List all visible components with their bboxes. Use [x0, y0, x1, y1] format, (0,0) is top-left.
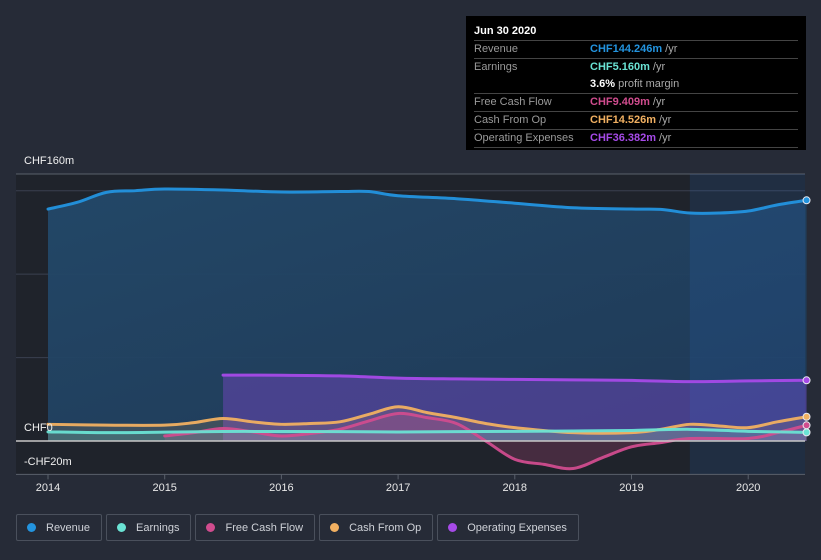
x-tick-label-2015: 2015 — [152, 482, 176, 494]
tooltip-value: CHF9.409m — [590, 96, 650, 108]
y-tick-label-0: CHF0 — [24, 422, 53, 434]
x-tick-label-2019: 2019 — [619, 482, 643, 494]
tooltip-unit: /yr — [652, 61, 666, 73]
tooltip-row-earnings: Earnings CHF5.160m /yr — [474, 59, 798, 76]
endpoint-revenue — [802, 196, 811, 205]
legend-operating-expenses[interactable]: Operating Expenses — [437, 514, 579, 541]
tooltip-label: Free Cash Flow — [474, 96, 552, 108]
tooltip-row-operating-expenses: Operating Expenses CHF36.382m /yr — [474, 130, 798, 148]
tooltip-label: Operating Expenses — [474, 132, 574, 144]
tooltip-date: Jun 30 2020 — [474, 24, 798, 41]
tooltip-value: CHF144.246m — [590, 43, 663, 55]
tooltip-unit: /yr — [652, 96, 666, 108]
legend-label: Earnings — [136, 521, 180, 534]
legend-revenue[interactable]: Revenue — [16, 514, 103, 541]
legend-dot-icon — [117, 523, 127, 532]
x-axis: 2014 2015 2016 2017 2018 2019 2020 — [16, 473, 805, 494]
tooltip-label: Cash From Op — [474, 114, 547, 126]
y-tick-label-neg20: -CHF20m — [24, 456, 72, 468]
tooltip-value: CHF14.526m — [590, 114, 657, 126]
legend-dot-icon — [448, 523, 458, 532]
x-tick-label-2016: 2016 — [269, 482, 293, 494]
tooltip-label: Revenue — [474, 43, 519, 55]
tooltip-row-revenue: Revenue CHF144.246m /yr — [474, 41, 798, 59]
x-tick-label-2014: 2014 — [36, 482, 60, 494]
tooltip-row-profit-margin: 3.6% profit margin — [474, 76, 798, 94]
y-tick-label-160: CHF160m — [24, 155, 75, 167]
legend-dot-icon — [27, 523, 36, 532]
tooltip-unit: /yr — [659, 114, 672, 126]
x-tick-label-2020: 2020 — [736, 482, 760, 494]
legend-dot-icon — [206, 523, 216, 532]
legend-free-cash-flow[interactable]: Free Cash Flow — [195, 514, 316, 541]
endpoint-earnings — [802, 428, 811, 437]
x-tick-label-2017: 2017 — [386, 482, 410, 494]
legend-earnings[interactable]: Earnings — [106, 514, 192, 541]
endpoint-cash-from-op — [802, 412, 811, 421]
legend-dot-icon — [330, 523, 340, 532]
legend: Revenue Earnings Free Cash Flow Cash Fro… — [16, 514, 579, 541]
legend-label: Operating Expenses — [467, 521, 567, 534]
tooltip-value: CHF5.160m — [590, 61, 650, 73]
tooltip-label: Earnings — [474, 61, 518, 73]
tooltip-label — [474, 76, 590, 93]
legend-label: Cash From Op — [349, 521, 422, 534]
tooltip: Jun 30 2020 Revenue CHF144.246m /yr Earn… — [466, 16, 806, 150]
tooltip-unit: /yr — [665, 43, 678, 55]
endpoint-free-cash-flow — [802, 421, 811, 430]
tooltip-unit: profit margin — [618, 78, 680, 90]
tooltip-row-cash-from-op: Cash From Op CHF14.526m /yr — [474, 112, 798, 130]
tooltip-row-free-cash-flow: Free Cash Flow CHF9.409m /yr — [474, 94, 798, 112]
legend-label: Free Cash Flow — [225, 521, 304, 534]
legend-cash-from-op[interactable]: Cash From Op — [319, 514, 434, 541]
x-tick-label-2018: 2018 — [503, 482, 527, 494]
legend-label: Revenue — [46, 521, 91, 534]
tooltip-value: 3.6% — [590, 78, 616, 90]
tooltip-unit: /yr — [659, 132, 672, 144]
endpoint-operating-expenses — [802, 376, 811, 385]
tooltip-value: CHF36.382m — [590, 132, 657, 144]
